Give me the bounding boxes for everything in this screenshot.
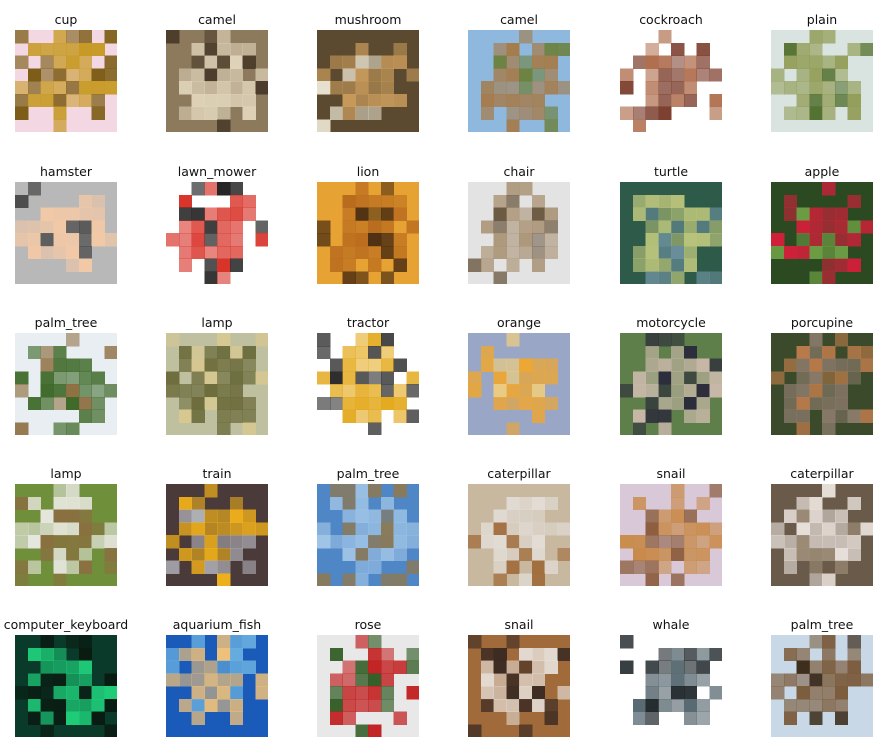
porcupine-photo [771,333,873,435]
hamster-photo [15,182,117,284]
turtle-photo [620,182,722,284]
apple-photo [771,182,873,284]
cockroach-photo [620,30,722,132]
lawn-mower-photo [166,182,268,284]
plain-photo [771,30,873,132]
snail-photo [620,484,722,586]
train-photo [166,484,268,586]
rose-photo [317,635,419,737]
tractor-photo [317,333,419,435]
palm-tree-photo [15,333,117,435]
caterpillar-photo [771,484,873,586]
lamp-photo [15,484,117,586]
keyboard-photo [15,635,117,737]
aquarium-fish-photo [166,635,268,737]
lamp-photo [166,333,268,435]
image-grid: cup camel mushroom camel cockroach plain hamst… [0,0,887,754]
palm-tree-photo [317,484,419,586]
lion-photo [317,182,419,284]
chair-photo [468,182,570,284]
mushroom-photo [317,30,419,132]
image-label: palm_tree [790,617,854,632]
whale-photo [620,635,722,737]
image-label: plain [806,12,838,27]
palm-tree-photo [771,635,873,737]
image-label: caterpillar [790,466,854,481]
image-label: porcupine [790,315,854,330]
camel-photo [468,30,570,132]
motorcycle-photo [620,333,722,435]
image-label: apple [804,164,840,179]
orange-photo [468,333,570,435]
snail-photo [468,635,570,737]
cup-photo [15,30,117,132]
camel-photo [166,30,268,132]
caterpillar-photo [468,484,570,586]
